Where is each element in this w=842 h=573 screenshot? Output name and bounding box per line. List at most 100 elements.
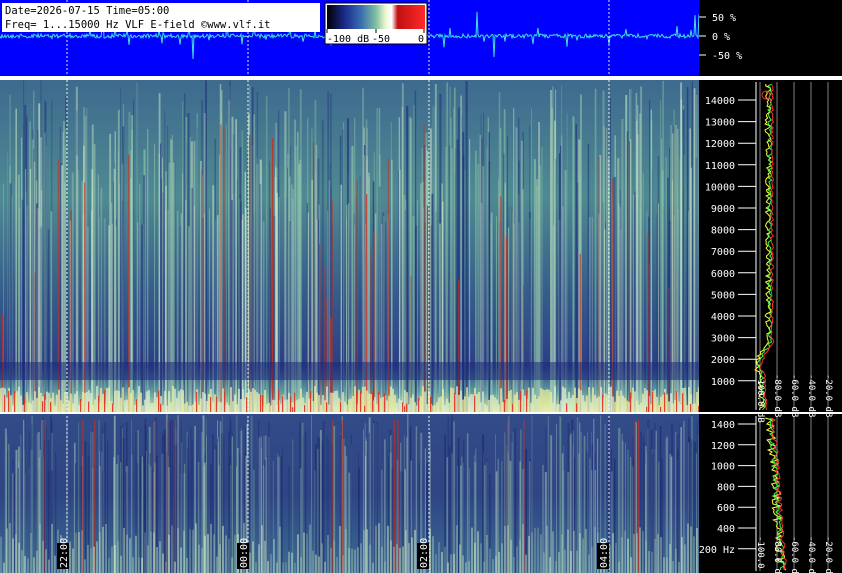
bottom-speckle <box>630 557 632 573</box>
red-streak <box>426 205 429 412</box>
bottom-band <box>330 392 332 412</box>
bottom-band <box>352 395 354 412</box>
streak <box>281 455 282 573</box>
bottom-band <box>614 401 616 412</box>
bottom-band <box>574 387 576 412</box>
streak <box>87 226 89 412</box>
bottom-speckle <box>519 539 521 573</box>
bottom-speckle <box>492 559 494 573</box>
streak <box>512 432 514 573</box>
streak <box>562 206 564 412</box>
bottom-red <box>418 397 420 412</box>
bottom-speckle <box>93 546 95 573</box>
bottom-speckle <box>144 532 146 573</box>
streak <box>451 415 453 573</box>
streak <box>550 435 553 573</box>
bottom-band <box>22 404 24 412</box>
bottom-speckle <box>561 534 563 573</box>
bottom-band <box>636 400 638 412</box>
bottom-band <box>204 393 206 412</box>
bottom-band <box>432 405 434 412</box>
bottom-band <box>644 388 646 412</box>
bottom-speckle <box>24 556 26 573</box>
bottom-speckle <box>204 535 206 573</box>
bottom-band <box>452 388 454 412</box>
bottom-red <box>646 406 648 412</box>
bottom-speckle <box>168 534 170 573</box>
bottom-band <box>638 404 640 412</box>
bottom-red <box>372 390 374 412</box>
bottom-band <box>532 387 534 412</box>
bottom-band <box>412 394 414 412</box>
bottom-band <box>362 386 364 412</box>
bottom-band <box>102 393 104 412</box>
date-line: Date=2026-07-15 Time=05:00 <box>5 5 169 17</box>
bottom-speckle <box>624 530 626 573</box>
bottom-band <box>114 390 116 412</box>
bottom-speckle <box>126 534 128 573</box>
bottom-speckle <box>414 529 416 573</box>
bottom-band <box>632 387 634 412</box>
streak <box>215 445 218 573</box>
bottom-band <box>354 386 356 412</box>
bottom-band <box>366 390 368 412</box>
streak <box>508 206 510 412</box>
bottom-band <box>550 392 552 412</box>
bottom-speckle <box>162 553 164 573</box>
bottom-band <box>144 399 146 412</box>
bottom-speckle <box>468 561 470 573</box>
bottom-band <box>314 386 316 412</box>
streak <box>630 457 632 573</box>
bottom-band <box>374 397 376 412</box>
bottom-speckle <box>462 555 464 573</box>
streak <box>188 226 190 412</box>
bottom-speckle <box>174 561 176 573</box>
bottom-speckle <box>381 546 383 573</box>
bottom-band <box>92 405 94 412</box>
bottom-speckle <box>318 556 320 573</box>
bottom-band <box>84 392 86 412</box>
streak <box>381 224 383 412</box>
bottom-band <box>554 386 556 412</box>
bottom-band <box>510 389 512 412</box>
red-streak <box>323 266 325 412</box>
bottom-band <box>540 388 542 412</box>
bottom-speckle <box>21 550 23 573</box>
bottom-band <box>276 405 278 412</box>
streak <box>450 425 452 573</box>
red-streak <box>647 233 649 412</box>
bottom-speckle <box>672 561 674 573</box>
bottom-speckle <box>339 526 341 573</box>
streak <box>384 221 387 412</box>
bottom-speckle <box>216 556 218 573</box>
streak <box>589 217 591 412</box>
bottom-band <box>46 391 48 412</box>
bottom-red <box>378 391 380 412</box>
bottom-band <box>150 403 152 412</box>
streak <box>602 202 604 412</box>
bottom-red <box>652 391 654 412</box>
streak <box>435 211 437 412</box>
bottom-band <box>548 389 550 412</box>
bottom-band <box>542 389 544 412</box>
bottom-band <box>400 400 402 412</box>
bottom-red <box>24 398 26 412</box>
bottom-band <box>338 398 340 412</box>
bottom-speckle <box>207 534 209 573</box>
bottom-band <box>582 395 584 412</box>
bottom-speckle <box>513 556 515 573</box>
bottom-speckle <box>537 527 539 573</box>
bottom-speckle <box>132 557 134 573</box>
bottom-red <box>8 391 10 412</box>
bottom-red <box>326 402 328 412</box>
bottom-band <box>464 396 466 412</box>
bottom-speckle <box>3 562 5 573</box>
bottom-speckle <box>507 525 509 573</box>
streak <box>262 221 265 412</box>
bottom-speckle <box>285 562 287 573</box>
svg-text:02:00: 02:00 <box>419 538 430 568</box>
bottom-speckle <box>252 541 254 573</box>
bottom-red <box>290 396 292 412</box>
bottom-speckle <box>264 540 266 573</box>
bottom-speckle <box>579 533 581 573</box>
